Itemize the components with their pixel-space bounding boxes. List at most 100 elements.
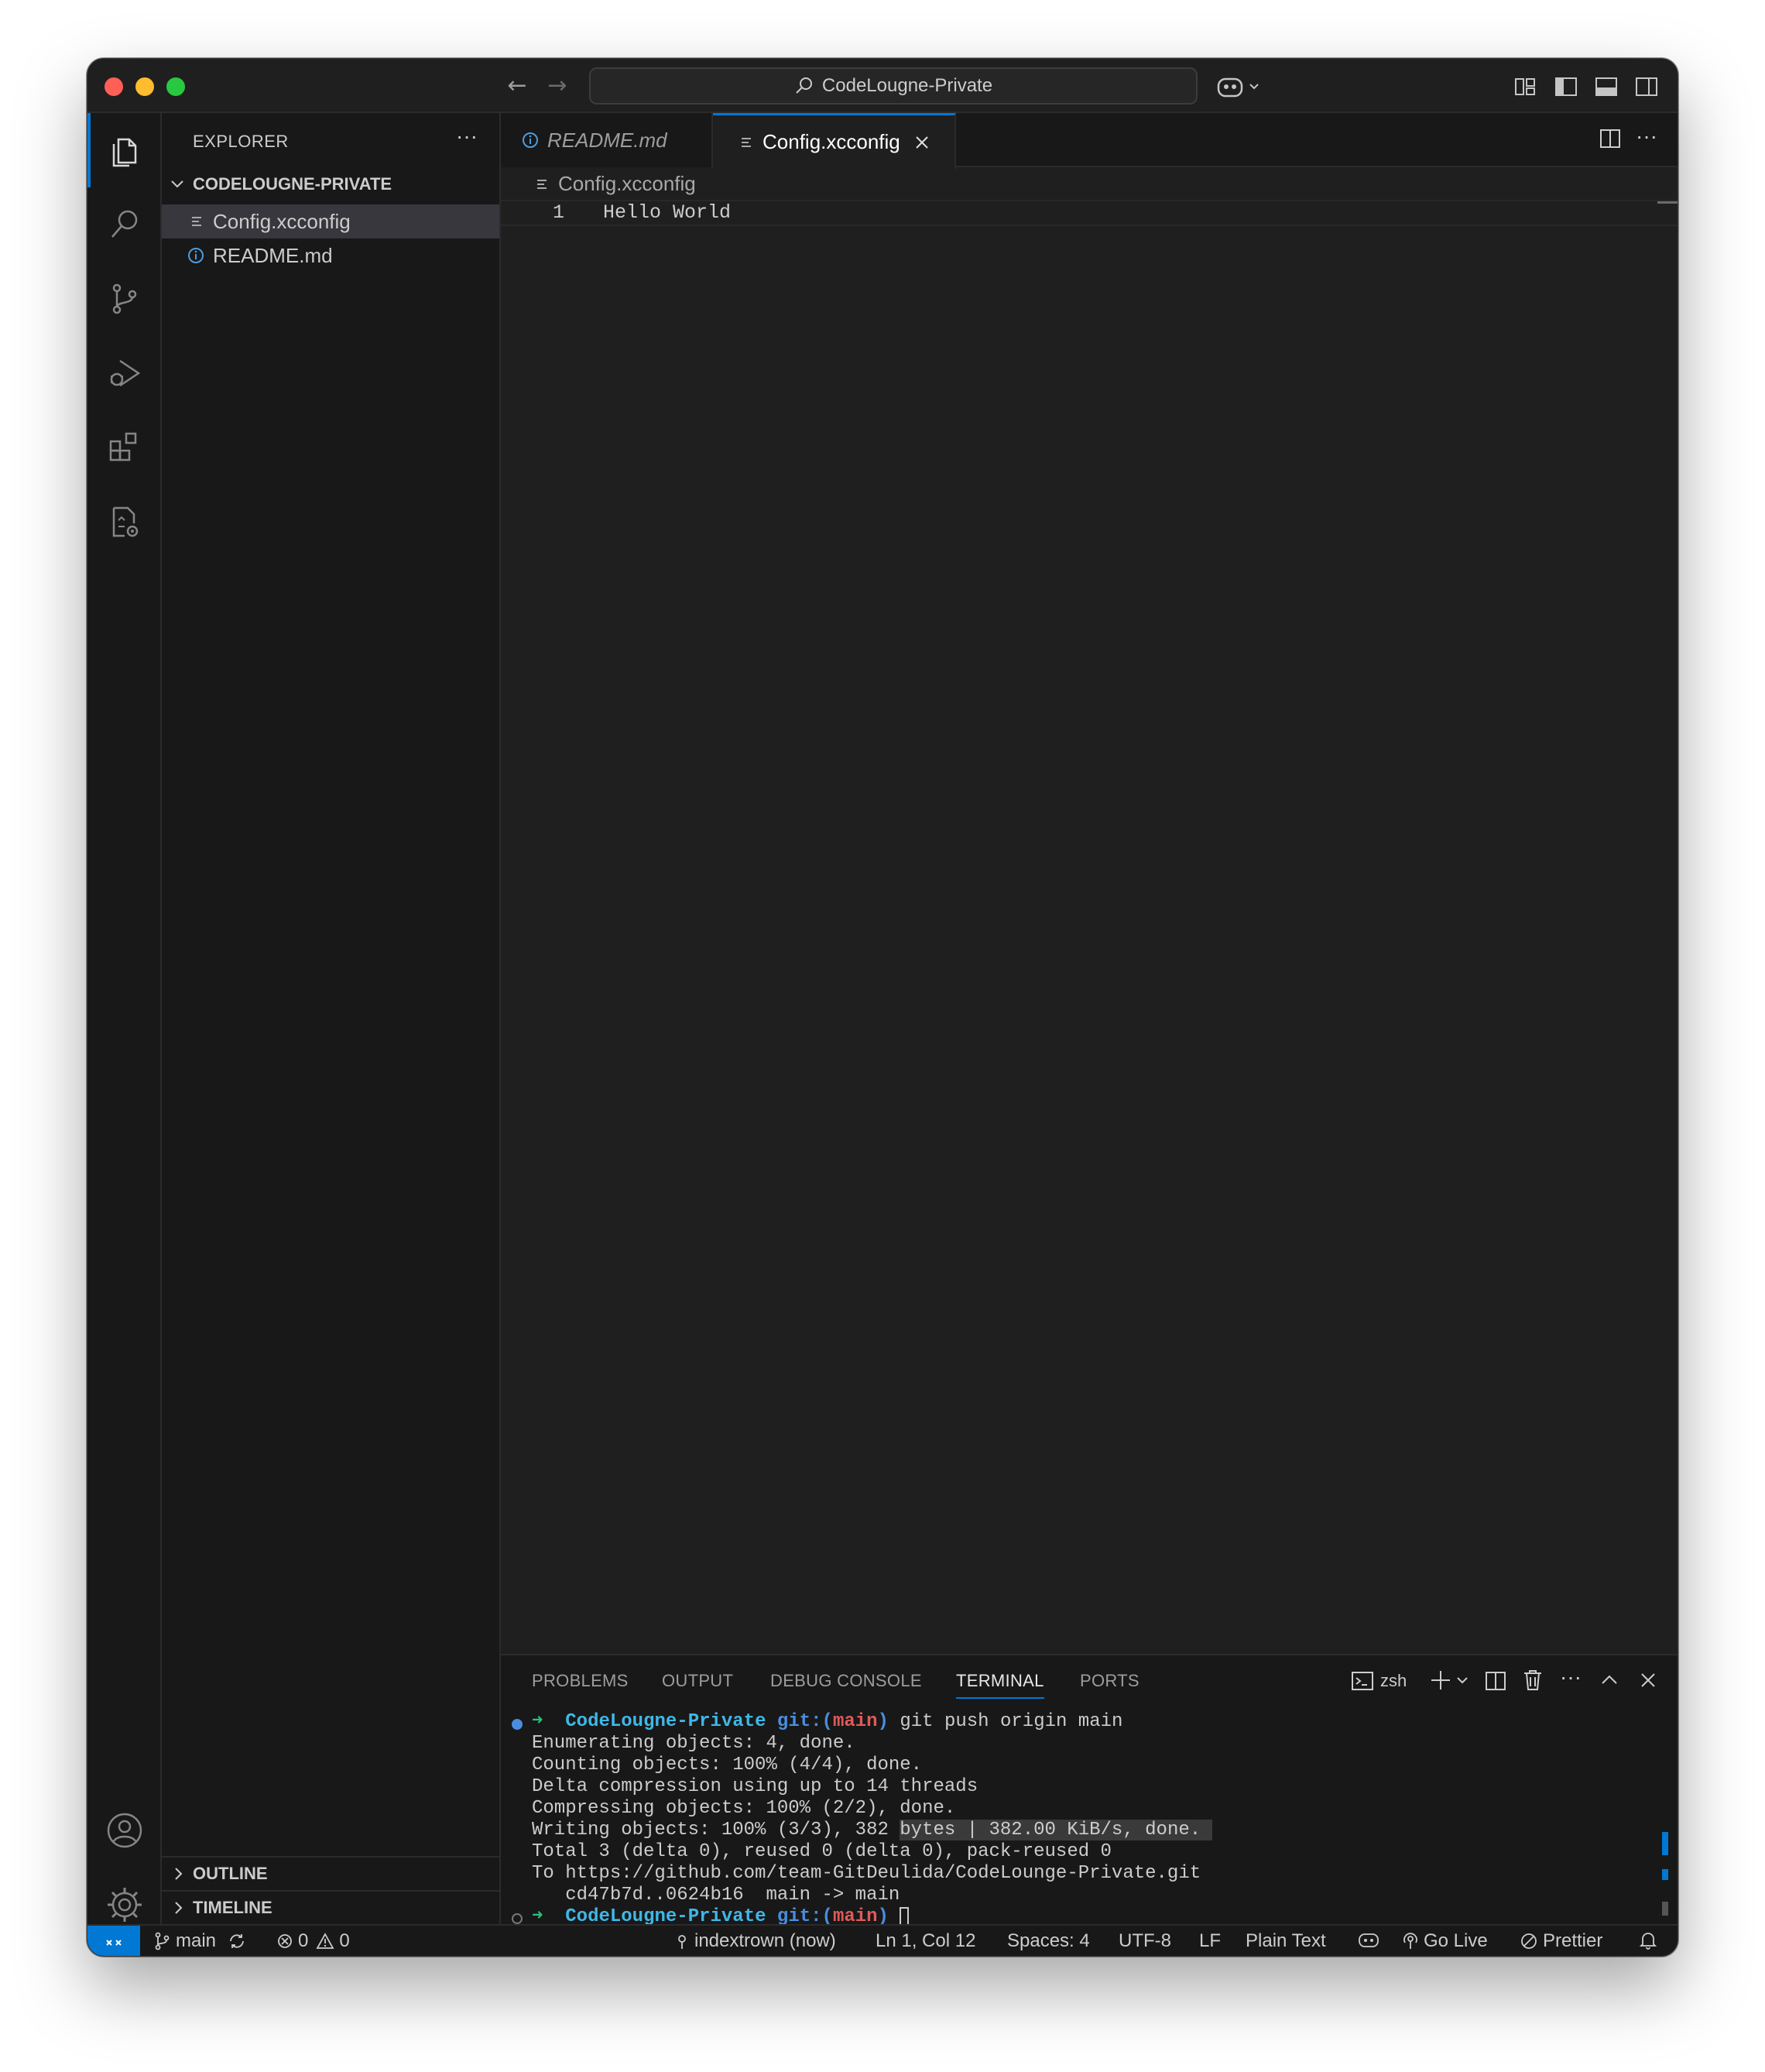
shell-label: zsh [1380,1671,1407,1690]
info-file-icon [162,246,213,265]
terminal-shell-selector[interactable]: zsh [1351,1669,1407,1693]
go-live-status[interactable]: Go Live [1402,1930,1488,1952]
broadcast-icon [1402,1932,1419,1950]
new-terminal-icon[interactable] [1430,1668,1473,1693]
timeline-section[interactable]: TIMELINE [162,1890,499,1924]
tab-debug-console[interactable]: DEBUG CONSOLE [770,1671,922,1691]
panel-more-actions-icon[interactable]: ··· [1560,1665,1582,1690]
title-bar: ← → CodeLougne-Private [87,59,1678,113]
close-icon[interactable] [900,135,930,150]
terminal-text: Writing objects: 100% (3/3), 382 [532,1820,900,1840]
chevron-right-icon [162,1900,191,1916]
prompt-git-close: ) [877,1711,889,1732]
vscode-window: ← → CodeLougne-Private EXPLORER ··· CODE… [87,58,1678,1957]
commit-info: indextrown (now) [694,1930,836,1951]
tab-problems[interactable]: PROBLEMS [532,1671,629,1691]
terminal-line: ➜ CodeLougne-Private git:(main) git push… [532,1711,1123,1732]
terminal-line: Delta compression using up to 14 threads [532,1776,978,1797]
command-center-search[interactable]: CodeLougne-Private [589,67,1198,105]
terminal-scroll-marker[interactable] [1662,1869,1668,1880]
run-debug-icon[interactable] [87,336,162,410]
warning-count: 0 [339,1930,350,1951]
terminal-line: Compressing objects: 100% (2/2), done. [532,1798,956,1819]
prettier-status[interactable]: Prettier [1520,1930,1602,1952]
back-arrow-icon[interactable]: ← [504,73,530,99]
editor-scrollbar[interactable] [1657,201,1678,204]
copilot-icon[interactable] [1216,73,1263,101]
eol-status[interactable]: LF [1199,1930,1221,1952]
close-window-button[interactable] [105,77,123,96]
terminal-line: Counting objects: 100% (4/4), done. [532,1755,923,1775]
file-item-readme[interactable]: README.md [162,238,499,273]
close-panel-icon[interactable] [1637,1669,1659,1691]
toggle-panel-icon[interactable] [1592,73,1620,101]
outline-section[interactable]: OUTLINE [162,1856,499,1890]
split-editor-icon[interactable] [1599,127,1622,150]
branch-status[interactable]: main [154,1930,247,1952]
prompt-git-label: git:( [776,1711,833,1732]
terminal-output[interactable]: ➜ CodeLougne-Private git:(main) git push… [532,1711,1212,1928]
prompt-branch: main [832,1711,878,1732]
breadcrumb[interactable]: Config.xcconfig [535,172,696,196]
terminal-scroll-marker[interactable] [1662,1832,1668,1855]
bottom-panel: PROBLEMS OUTPUT DEBUG CONSOLE TERMINAL P… [501,1654,1678,1927]
error-count: 0 [298,1930,309,1951]
encoding-status[interactable]: UTF-8 [1119,1930,1171,1952]
copilot-status-icon[interactable] [1357,1930,1380,1949]
customize-layout-icon[interactable] [1512,73,1540,101]
explorer-more-actions-icon[interactable]: ··· [456,124,478,149]
zoom-window-button[interactable] [166,77,185,96]
toggle-primary-sidebar-icon[interactable] [1552,73,1580,101]
terminal-scrollbar[interactable] [1662,1902,1668,1916]
git-blame-status[interactable]: indextrown (now) [674,1930,836,1952]
minimize-window-button[interactable] [135,77,154,96]
chevron-right-icon [162,1866,191,1882]
command-pending-decoration[interactable] [512,1913,523,1924]
toggle-secondary-sidebar-icon[interactable] [1633,73,1660,101]
cursor-position-status[interactable]: Ln 1, Col 12 [876,1930,975,1952]
file-item-config[interactable]: Config.xcconfig [162,204,499,238]
terminal-line: Total 3 (delta 0), reused 0 (delta 0), p… [532,1841,1112,1862]
indentation-status[interactable]: Spaces: 4 [1007,1930,1090,1952]
account-icon[interactable] [87,1793,162,1868]
remote-explorer-icon[interactable] [87,485,162,559]
tab-label: README.md [547,128,667,152]
sync-icon[interactable] [227,1932,247,1950]
language-mode-status[interactable]: Plain Text [1246,1930,1326,1952]
code-line[interactable]: Hello World [603,201,731,224]
command-success-decoration[interactable] [512,1719,523,1730]
tab-ports[interactable]: PORTS [1080,1671,1140,1691]
terminal-line: To https://github.com/team-GitDeulida/Co… [532,1863,1201,1884]
split-terminal-icon[interactable] [1484,1669,1507,1693]
command-center-label: CodeLougne-Private [821,75,993,96]
breadcrumb-file: Config.xcconfig [558,172,696,195]
trash-icon[interactable] [1521,1668,1544,1693]
warning-icon [316,1933,334,1950]
timeline-label: TIMELINE [193,1898,272,1917]
forward-arrow-icon[interactable]: → [544,73,571,99]
tab-label: Config.xcconfig [763,130,900,153]
workspace-folder[interactable]: CODELOUGNE-PRIVATE [162,169,499,200]
prettier-label: Prettier [1543,1930,1603,1951]
tab-output[interactable]: OUTPUT [662,1671,733,1691]
maximize-panel-icon[interactable] [1599,1669,1620,1691]
terminal-line: Writing objects: 100% (3/3), 382 bytes |… [532,1820,1212,1841]
tab-readme[interactable]: README.md [501,113,713,167]
terminal-command: git push origin main [900,1711,1123,1732]
activity-bar [87,113,162,1924]
git-branch-icon [154,1932,171,1950]
editor-more-actions-icon[interactable]: ··· [1636,124,1657,149]
editor-tabs: README.md Config.xcconfig ··· [501,113,1678,169]
tab-config[interactable]: Config.xcconfig [713,113,956,169]
explorer-icon[interactable] [87,113,162,187]
remote-indicator-icon[interactable] [87,1926,140,1956]
prettier-check-icon [1520,1932,1538,1950]
extensions-icon[interactable] [87,410,162,485]
problems-status[interactable]: 0 0 [276,1930,350,1952]
bell-icon[interactable] [1639,1930,1657,1950]
editor-area: README.md Config.xcconfig ··· Config.xcc… [501,113,1678,1654]
prompt-dir: CodeLougne-Private [565,1711,766,1732]
search-icon[interactable] [87,187,162,262]
source-control-icon[interactable] [87,262,162,336]
tab-terminal[interactable]: TERMINAL [956,1671,1044,1699]
